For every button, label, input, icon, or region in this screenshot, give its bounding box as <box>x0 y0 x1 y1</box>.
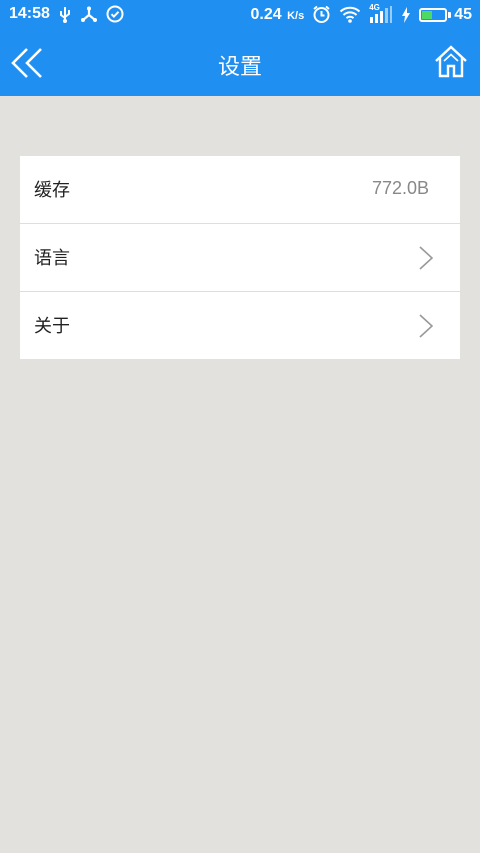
cache-size-value: 772.0B <box>371 178 429 198</box>
top-bar: 14:58 0.24 K/s 4G 45 设置 <box>0 0 480 96</box>
settings-list: 缓存 772.0B 语言 关于 <box>20 156 460 359</box>
settings-item-label: 关于 <box>34 316 70 337</box>
cellular-signal-icon: 4G <box>369 3 393 24</box>
home-button[interactable] <box>434 45 468 79</box>
network-speed: 0.24 K/s <box>250 5 305 23</box>
wifi-icon <box>339 6 361 23</box>
alarm-icon <box>312 5 331 24</box>
settings-item-about[interactable]: 关于 <box>20 292 460 359</box>
battery-icon <box>419 7 452 22</box>
home-icon <box>435 45 467 78</box>
battery-level: 45 <box>454 5 472 23</box>
usb-icon <box>58 6 72 23</box>
nav-bar: 设置 <box>0 30 480 96</box>
check-circle-icon <box>106 5 124 23</box>
share-icon <box>80 6 98 23</box>
chevron-right-icon <box>419 314 434 338</box>
settings-item-cache[interactable]: 缓存 772.0B <box>20 156 460 224</box>
settings-item-language[interactable]: 语言 <box>20 224 460 292</box>
status-time: 14:58 <box>9 5 50 22</box>
status-bar: 14:58 0.24 K/s 4G 45 <box>0 0 480 30</box>
chevron-right-icon <box>419 246 434 270</box>
charging-icon <box>401 6 411 23</box>
page-title: 设置 <box>217 55 262 80</box>
settings-item-label: 缓存 <box>34 180 70 201</box>
settings-item-label: 语言 <box>34 248 70 269</box>
